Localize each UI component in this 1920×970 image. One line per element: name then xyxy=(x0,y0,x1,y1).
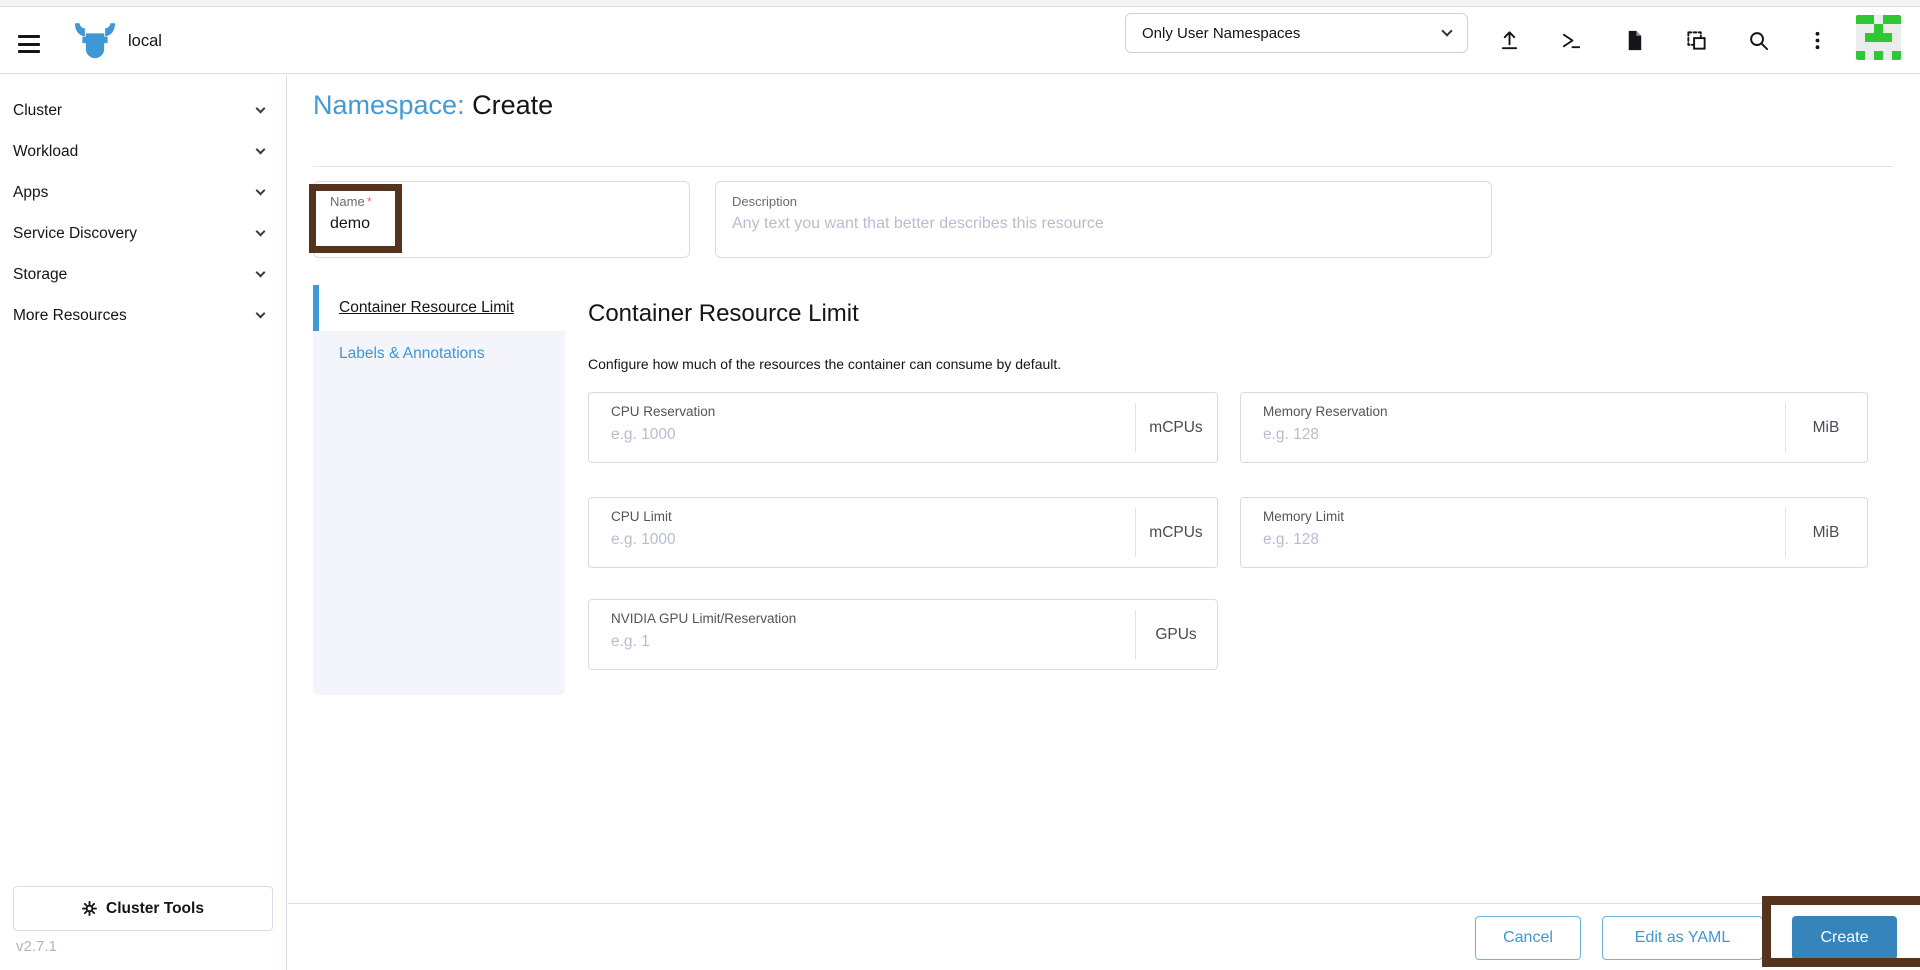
memory-limit-field: Memory Limit MiB xyxy=(1240,497,1868,568)
kebab-menu-icon[interactable] xyxy=(1804,27,1830,53)
tab-labels-annotations[interactable]: Labels & Annotations xyxy=(313,331,565,377)
memory-reservation-field: Memory Reservation MiB xyxy=(1240,392,1868,463)
window-top-strip xyxy=(0,0,1920,7)
edit-as-yaml-button[interactable]: Edit as YAML xyxy=(1602,916,1763,960)
sidebar-item-more-resources[interactable]: More Resources xyxy=(0,295,286,336)
unit-label: mCPUs xyxy=(1135,393,1217,462)
title-divider xyxy=(313,166,1893,167)
sidebar-item-cluster[interactable]: Cluster xyxy=(0,90,286,131)
namespace-filter-value: Only User Namespaces xyxy=(1142,24,1301,42)
cluster-name: local xyxy=(128,31,162,50)
hamburger-icon xyxy=(18,35,40,38)
page-title: Namespace: Create xyxy=(313,90,553,121)
cpu-reservation-input[interactable] xyxy=(611,426,1117,444)
top-nav-bar: local Only User Namespaces xyxy=(0,8,1920,74)
chevron-down-icon xyxy=(255,103,266,114)
name-field-container: Name * xyxy=(313,181,690,258)
name-field-label: Name * xyxy=(330,194,372,209)
section-subtitle: Configure how much of the resources the … xyxy=(588,356,1062,372)
shell-icon[interactable] xyxy=(1558,27,1584,53)
cluster-tools-button[interactable]: Cluster Tools xyxy=(13,886,273,931)
unit-label: mCPUs xyxy=(1135,498,1217,567)
sidebar-item-storage[interactable]: Storage xyxy=(0,254,286,295)
rancher-logo-icon xyxy=(74,23,116,59)
sidebar-nav: Cluster Workload Apps Service Discovery … xyxy=(0,75,287,970)
search-icon[interactable] xyxy=(1745,27,1771,53)
cpu-reservation-field: CPU Reservation mCPUs xyxy=(588,392,1218,463)
gear-icon xyxy=(82,901,98,916)
unit-label: MiB xyxy=(1785,393,1867,462)
chevron-down-icon xyxy=(255,267,266,278)
docs-icon[interactable] xyxy=(1621,27,1647,53)
memory-reservation-input[interactable] xyxy=(1263,426,1767,444)
name-input[interactable] xyxy=(330,215,673,233)
memory-limit-input[interactable] xyxy=(1263,531,1767,549)
action-label: Create xyxy=(472,90,554,120)
chevron-down-icon xyxy=(255,185,266,196)
sidebar-item-service-discovery[interactable]: Service Discovery xyxy=(0,213,286,254)
sidebar-item-workload[interactable]: Workload xyxy=(0,131,286,172)
tab-container-resource-limit[interactable]: Container Resource Limit xyxy=(313,285,565,331)
unit-label: MiB xyxy=(1785,498,1867,567)
footer-actions: Cancel Edit as YAML Create xyxy=(1475,916,1897,960)
tab-list: Container Resource Limit Labels & Annota… xyxy=(313,285,565,695)
cpu-limit-input[interactable] xyxy=(611,531,1117,549)
chevron-down-icon xyxy=(255,308,266,319)
cancel-button[interactable]: Cancel xyxy=(1475,916,1581,960)
description-input[interactable] xyxy=(732,215,1475,233)
upload-icon[interactable] xyxy=(1496,27,1522,53)
cpu-limit-field: CPU Limit mCPUs xyxy=(588,497,1218,568)
version-label: v2.7.1 xyxy=(16,938,57,955)
namespace-filter-dropdown[interactable]: Only User Namespaces xyxy=(1125,13,1468,53)
nvidia-gpu-input[interactable] xyxy=(611,633,1117,651)
nvidia-gpu-field: NVIDIA GPU Limit/Reservation GPUs xyxy=(588,599,1218,670)
chevron-down-icon xyxy=(255,144,266,155)
footer-divider xyxy=(288,903,1920,904)
section-heading: Container Resource Limit xyxy=(588,300,859,327)
chevron-down-icon xyxy=(255,226,266,237)
required-asterisk: * xyxy=(366,194,372,209)
create-button[interactable]: Create xyxy=(1792,916,1897,960)
chevron-down-icon xyxy=(1441,25,1453,37)
menu-button[interactable] xyxy=(18,35,40,53)
user-avatar[interactable] xyxy=(1856,15,1901,60)
sidebar-item-apps[interactable]: Apps xyxy=(0,172,286,213)
description-field-label: Description xyxy=(732,194,798,209)
cluster-tools-label: Cluster Tools xyxy=(106,899,204,917)
resource-type-label: Namespace: xyxy=(313,90,465,120)
unit-label: GPUs xyxy=(1135,600,1217,669)
description-field-container: Description xyxy=(715,181,1492,258)
import-icon[interactable] xyxy=(1683,27,1709,53)
